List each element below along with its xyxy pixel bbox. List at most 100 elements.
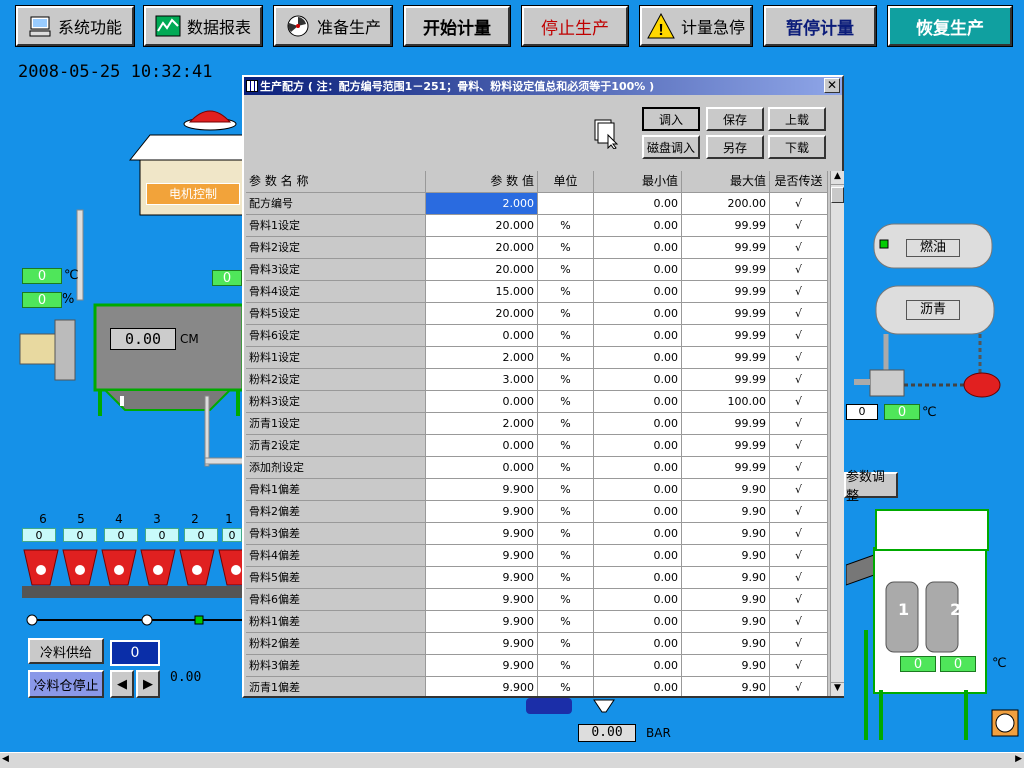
cell-max: 9.90 xyxy=(682,545,770,566)
table-row[interactable]: 配方编号 2.000 0.00 200.00 √ xyxy=(246,193,828,215)
cell-value[interactable]: 9.900 xyxy=(426,501,538,522)
table-row[interactable]: 沥青2设定 0.000% 0.00 99.99 √ xyxy=(246,435,828,457)
cell-value[interactable]: 9.900 xyxy=(426,567,538,588)
cell-value[interactable]: 0.000 xyxy=(426,325,538,346)
data-report-button[interactable]: 数据报表 xyxy=(143,5,263,47)
cell-value[interactable]: 2.000 xyxy=(426,413,538,434)
vertical-scrollbar[interactable]: ▲ ▼ xyxy=(830,171,844,696)
table-row[interactable]: 粉料1偏差 9.900% 0.00 9.90 √ xyxy=(246,611,828,633)
table-row[interactable]: 骨料1设定 20.000% 0.00 99.99 √ xyxy=(246,215,828,237)
table-row[interactable]: 骨料6偏差 9.900% 0.00 9.90 √ xyxy=(246,589,828,611)
cell-value[interactable]: 9.900 xyxy=(426,479,538,500)
scroll-down-icon[interactable]: ▼ xyxy=(831,682,844,696)
save-as-button[interactable]: 另存 xyxy=(706,135,764,159)
cell-send: √ xyxy=(770,259,828,280)
table-row[interactable]: 粉料2偏差 9.900% 0.00 9.90 √ xyxy=(246,633,828,655)
cell-value[interactable]: 20.000 xyxy=(426,215,538,236)
cell-unit: % xyxy=(538,281,594,302)
table-row[interactable]: 骨料3偏差 9.900% 0.00 9.90 √ xyxy=(246,523,828,545)
cell-min: 0.00 xyxy=(594,413,682,434)
motor-control-label[interactable]: 电机控制 xyxy=(146,183,240,205)
cell-value[interactable]: 9.900 xyxy=(426,655,538,676)
hopper-number: 2 xyxy=(191,512,199,526)
cell-value[interactable]: 9.900 xyxy=(426,677,538,696)
prepare-production-label: 准备生产 xyxy=(316,18,381,37)
cell-value[interactable]: 9.900 xyxy=(426,611,538,632)
table-row[interactable]: 沥青1设定 2.000% 0.00 99.99 √ xyxy=(246,413,828,435)
cell-max: 99.99 xyxy=(682,413,770,434)
system-function-button[interactable]: 系统功能 xyxy=(15,5,135,47)
table-row[interactable]: 添加剂设定 0.000% 0.00 99.99 √ xyxy=(246,457,828,479)
table-row[interactable]: 骨料2偏差 9.900% 0.00 9.90 √ xyxy=(246,501,828,523)
cell-value[interactable]: 3.000 xyxy=(426,369,538,390)
cell-send: √ xyxy=(770,303,828,324)
prepare-production-button[interactable]: 准备生产 xyxy=(273,5,393,47)
table-row[interactable]: 骨料2设定 20.000% 0.00 99.99 √ xyxy=(246,237,828,259)
cell-value[interactable]: 20.000 xyxy=(426,237,538,258)
table-row[interactable]: 骨料5偏差 9.900% 0.00 9.90 √ xyxy=(246,567,828,589)
cell-min: 0.00 xyxy=(594,193,682,214)
table-row[interactable]: 骨料4设定 15.000% 0.00 99.99 √ xyxy=(246,281,828,303)
disk-load-button[interactable]: 磁盘调入 xyxy=(642,135,700,159)
table-row[interactable]: 粉料2设定 3.000% 0.00 99.99 √ xyxy=(246,369,828,391)
cell-max: 9.90 xyxy=(682,589,770,610)
table-row[interactable]: 骨料4偏差 9.900% 0.00 9.90 √ xyxy=(246,545,828,567)
table-row[interactable]: 沥青1偏差 9.900% 0.00 9.90 √ xyxy=(246,677,828,696)
cell-value[interactable]: 9.900 xyxy=(426,545,538,566)
table-row[interactable]: 骨料1偏差 9.900% 0.00 9.90 √ xyxy=(246,479,828,501)
cell-max: 9.90 xyxy=(682,611,770,632)
cold-feed-value[interactable]: 0 xyxy=(110,640,160,666)
cell-max: 99.99 xyxy=(682,435,770,456)
cell-name: 沥青2设定 xyxy=(246,435,426,456)
cold-feed-button[interactable]: 冷料供给 xyxy=(28,638,104,664)
cell-value[interactable]: 9.900 xyxy=(426,523,538,544)
cell-value[interactable]: 20.000 xyxy=(426,303,538,324)
table-row[interactable]: 骨料5设定 20.000% 0.00 99.99 √ xyxy=(246,303,828,325)
scroll-right-icon[interactable]: ▶ xyxy=(1015,754,1022,764)
cell-unit: % xyxy=(538,677,594,696)
cell-send: √ xyxy=(770,281,828,302)
cold-bin-stop-button[interactable]: 冷料仓停止 xyxy=(28,670,104,698)
close-button[interactable]: ✕ xyxy=(824,78,840,93)
decrease-button[interactable]: ◀ xyxy=(110,670,134,698)
save-button[interactable]: 保存 xyxy=(706,107,764,131)
cell-max: 99.99 xyxy=(682,325,770,346)
increase-button[interactable]: ▶ xyxy=(136,670,160,698)
cell-unit: % xyxy=(538,545,594,566)
cell-value[interactable]: 2.000 xyxy=(426,193,538,214)
table-row[interactable]: 粉料1设定 2.000% 0.00 99.99 √ xyxy=(246,347,828,369)
cell-value[interactable]: 0.000 xyxy=(426,391,538,412)
scroll-left-icon[interactable]: ◀ xyxy=(2,754,9,764)
param-adjust-button[interactable]: 参数调整 xyxy=(844,470,898,504)
cell-send: √ xyxy=(770,215,828,236)
cell-value[interactable]: 2.000 xyxy=(426,347,538,368)
cell-name: 骨料3设定 xyxy=(246,259,426,280)
percent-unit: % xyxy=(62,292,75,307)
table-row[interactable]: 骨料6设定 0.000% 0.00 99.99 √ xyxy=(246,325,828,347)
upload-button[interactable]: 上载 xyxy=(768,107,826,131)
cell-value[interactable]: 9.900 xyxy=(426,589,538,610)
scroll-up-icon[interactable]: ▲ xyxy=(831,171,844,185)
cell-max: 99.99 xyxy=(682,215,770,236)
table-row[interactable]: 骨料3设定 20.000% 0.00 99.99 √ xyxy=(246,259,828,281)
cell-value[interactable]: 0.000 xyxy=(426,435,538,456)
horizontal-scrollbar[interactable]: ◀ ▶ xyxy=(0,752,1024,768)
cell-max: 99.99 xyxy=(682,303,770,324)
scroll-thumb[interactable] xyxy=(831,187,844,203)
pause-metering-button[interactable]: 暂停计量 xyxy=(763,5,877,47)
stop-production-button[interactable]: 停止生产 xyxy=(521,5,629,47)
table-row[interactable]: 粉料3设定 0.000% 0.00 100.00 √ xyxy=(246,391,828,413)
cell-value[interactable]: 9.900 xyxy=(426,633,538,654)
emergency-stop-button[interactable]: ! 计量急停 xyxy=(639,5,753,47)
cell-value[interactable]: 20.000 xyxy=(426,259,538,280)
resume-production-button[interactable]: 恢复生产 xyxy=(887,5,1013,47)
cell-value[interactable]: 0.000 xyxy=(426,457,538,478)
table-row[interactable]: 粉料3偏差 9.900% 0.00 9.90 √ xyxy=(246,655,828,677)
hopper-number: 1 xyxy=(225,512,233,526)
close-icon: ✕ xyxy=(826,78,838,92)
download-button[interactable]: 下载 xyxy=(768,135,826,159)
start-metering-button[interactable]: 开始计量 xyxy=(403,5,511,47)
silo-1-temp: 0 xyxy=(900,656,936,672)
load-button[interactable]: 调入 xyxy=(642,107,700,131)
cell-value[interactable]: 15.000 xyxy=(426,281,538,302)
